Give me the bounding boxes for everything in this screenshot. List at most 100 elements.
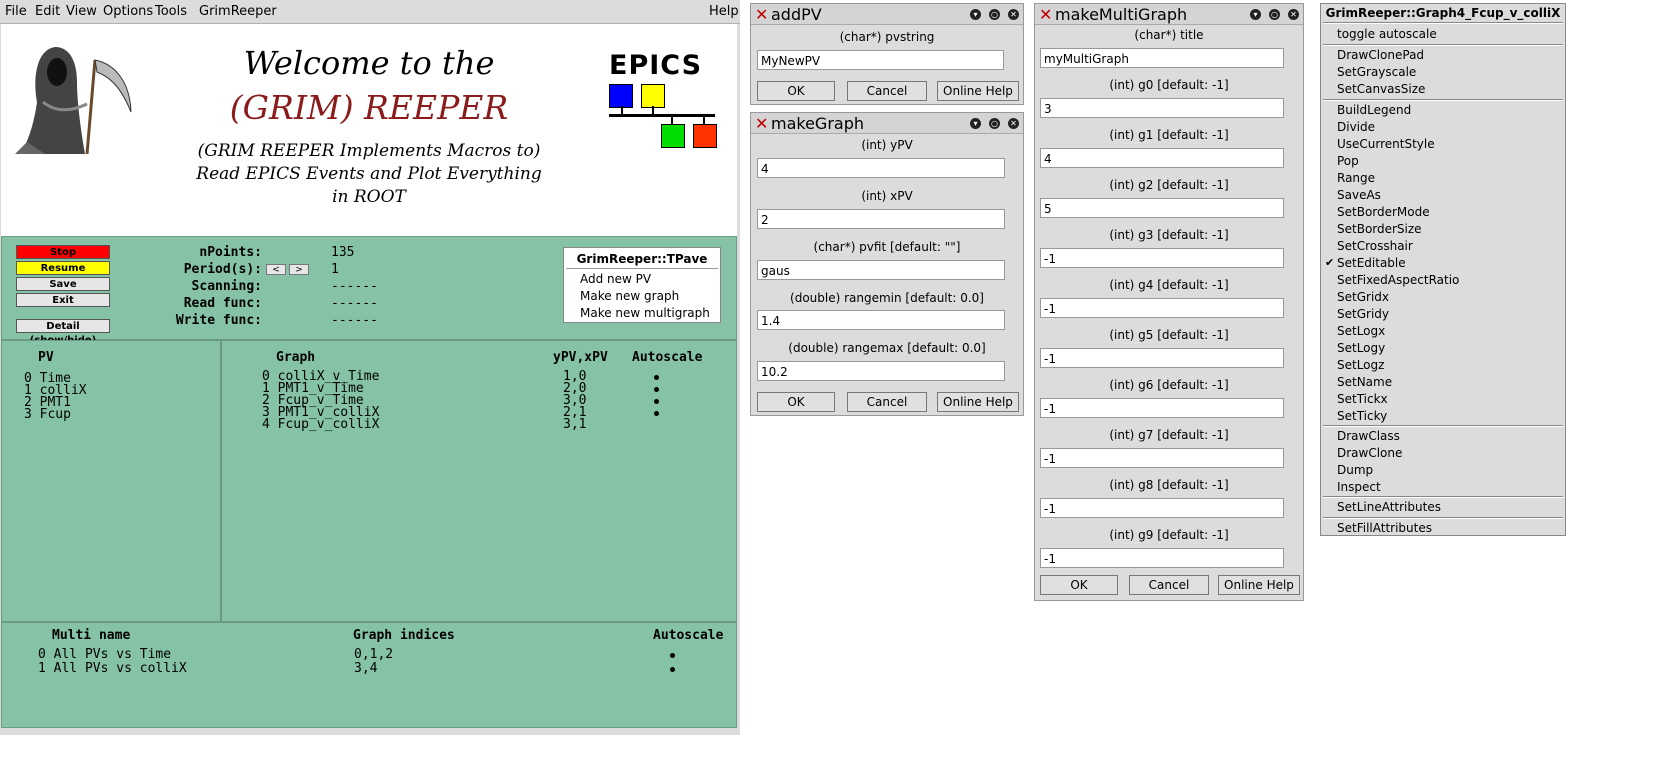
menu-item-setlineattributes[interactable]: SetLineAttributes <box>1337 500 1441 514</box>
menu-item-setlogy[interactable]: SetLogy <box>1337 341 1385 355</box>
close-x-icon[interactable]: ✕ <box>1039 5 1052 24</box>
rangemin-input[interactable]: 1.4 <box>757 310 1005 330</box>
menu-item-range[interactable]: Range <box>1337 171 1375 185</box>
close-icon[interactable]: ✕ <box>1288 9 1299 20</box>
menu-item-setgridy[interactable]: SetGridy <box>1337 307 1389 321</box>
g1-input[interactable]: 4 <box>1040 148 1284 168</box>
menu-item-inspect[interactable]: Inspect <box>1337 480 1381 494</box>
menu-options[interactable]: Options <box>103 4 153 19</box>
menu-file[interactable]: File <box>5 4 27 19</box>
scanning-label: Scanning: <box>191 279 262 294</box>
save-button[interactable]: Save <box>16 277 110 291</box>
menu-item-setcanvassize[interactable]: SetCanvasSize <box>1337 82 1425 96</box>
xpv-input[interactable]: 2 <box>757 209 1005 229</box>
online-help-button[interactable]: Online Help <box>937 81 1019 101</box>
cancel-button[interactable]: Cancel <box>847 81 927 101</box>
stop-button[interactable]: Stop <box>16 245 110 259</box>
maximize-icon[interactable]: ○ <box>1269 9 1280 20</box>
ypv-input[interactable]: 4 <box>757 158 1005 178</box>
autoscale-on-indicator[interactable] <box>670 667 675 672</box>
g5-input[interactable]: -1 <box>1040 348 1284 368</box>
graph-row-name[interactable]: 4 Fcup_v_colliX <box>262 418 379 431</box>
menu-item-make-new-graph[interactable]: Make new graph <box>580 289 679 303</box>
menu-item-dump[interactable]: Dump <box>1337 463 1373 477</box>
detail-toggle-button[interactable]: Detail (show/hide) <box>16 319 110 346</box>
menu-item-setlogz[interactable]: SetLogz <box>1337 358 1384 372</box>
menu-view[interactable]: View <box>66 4 97 19</box>
g7-input[interactable]: -1 <box>1040 448 1284 468</box>
multi-row-name[interactable]: 0 All PVs vs Time <box>38 648 171 661</box>
ok-button[interactable]: OK <box>757 81 835 101</box>
multi-row-indices: 0,1,2 <box>354 647 394 662</box>
menu-tools[interactable]: Tools <box>155 4 187 19</box>
ok-button[interactable]: OK <box>757 392 835 412</box>
cancel-button[interactable]: Cancel <box>847 392 927 412</box>
menu-item-saveas[interactable]: SaveAs <box>1337 188 1381 202</box>
autoscale-on-indicator[interactable] <box>670 653 675 658</box>
period-increase-button[interactable]: > <box>289 264 309 275</box>
menu-grimreeper[interactable]: GrimReeper <box>199 4 277 19</box>
menu-item-setticky[interactable]: SetTicky <box>1337 409 1387 423</box>
menu-item-divide[interactable]: Divide <box>1337 120 1375 134</box>
menu-item-setbordersize[interactable]: SetBorderSize <box>1337 222 1422 236</box>
resume-button[interactable]: Resume <box>16 261 110 275</box>
title-input[interactable]: myMultiGraph <box>1040 48 1284 68</box>
close-x-icon[interactable]: ✕ <box>755 5 768 24</box>
menu-item-pop[interactable]: Pop <box>1337 154 1359 168</box>
menu-item-toggle-autoscale[interactable]: toggle autoscale <box>1337 27 1437 41</box>
period-decrease-button[interactable]: < <box>266 264 286 275</box>
menu-item-add-new-pv[interactable]: Add new PV <box>580 272 651 286</box>
rangemax-input[interactable]: 10.2 <box>757 361 1005 381</box>
menu-item-settickx[interactable]: SetTickx <box>1337 392 1388 406</box>
maximize-icon[interactable]: ○ <box>989 118 1000 129</box>
close-x-icon[interactable]: ✕ <box>755 114 768 133</box>
pv-row[interactable]: 3 Fcup <box>24 408 71 421</box>
minimize-icon[interactable]: ▾ <box>970 9 981 20</box>
menu-item-usecurrentstyle[interactable]: UseCurrentStyle <box>1337 137 1435 151</box>
minimize-icon[interactable]: ▾ <box>1250 9 1261 20</box>
close-icon[interactable]: ✕ <box>1008 9 1019 20</box>
close-icon[interactable]: ✕ <box>1008 118 1019 129</box>
autoscale-on-indicator[interactable] <box>654 411 659 416</box>
epics-logo-bus <box>609 114 715 117</box>
menu-item-setfixedaspectratio[interactable]: SetFixedAspectRatio <box>1337 273 1459 287</box>
menu-item-setbordermode[interactable]: SetBorderMode <box>1337 205 1430 219</box>
main-window: File Edit View Options Tools GrimReeper … <box>0 0 740 735</box>
ok-button[interactable]: OK <box>1040 575 1118 595</box>
autoscale-on-indicator[interactable] <box>654 399 659 404</box>
menu-item-drawclonepad[interactable]: DrawClonePad <box>1337 48 1424 62</box>
pvfit-input[interactable]: gaus <box>757 260 1005 280</box>
period-value: 1 <box>331 262 339 277</box>
cancel-button[interactable]: Cancel <box>1129 575 1209 595</box>
menu-item-setcrosshair[interactable]: SetCrosshair <box>1337 239 1413 253</box>
menu-item-drawclass[interactable]: DrawClass <box>1337 429 1400 443</box>
menu-item-setlogx[interactable]: SetLogx <box>1337 324 1385 338</box>
g2-input[interactable]: 5 <box>1040 198 1284 218</box>
exit-button[interactable]: Exit <box>16 293 110 307</box>
menu-item-setname[interactable]: SetName <box>1337 375 1392 389</box>
maximize-icon[interactable]: ○ <box>989 9 1000 20</box>
menu-item-setgridx[interactable]: SetGridx <box>1337 290 1389 304</box>
menu-help[interactable]: Help <box>709 4 739 19</box>
online-help-button[interactable]: Online Help <box>937 392 1019 412</box>
g9-input[interactable]: -1 <box>1040 548 1284 568</box>
g3-input[interactable]: -1 <box>1040 248 1284 268</box>
minimize-icon[interactable]: ▾ <box>970 118 981 129</box>
menu-item-setfillattributes[interactable]: SetFillAttributes <box>1337 521 1432 535</box>
autoscale-on-indicator[interactable] <box>654 375 659 380</box>
pvstring-input[interactable]: MyNewPV <box>757 50 1004 70</box>
param-label: (int) g7 [default: -1] <box>1109 428 1229 442</box>
menu-item-setgrayscale[interactable]: SetGrayscale <box>1337 65 1416 79</box>
autoscale-on-indicator[interactable] <box>654 387 659 392</box>
menu-item-buildlegend[interactable]: BuildLegend <box>1337 103 1411 117</box>
menu-item-seteditable[interactable]: SetEditable <box>1337 256 1406 270</box>
g8-input[interactable]: -1 <box>1040 498 1284 518</box>
menu-item-make-new-multigraph[interactable]: Make new multigraph <box>580 306 710 320</box>
g4-input[interactable]: -1 <box>1040 298 1284 318</box>
menu-edit[interactable]: Edit <box>35 4 60 19</box>
online-help-button[interactable]: Online Help <box>1218 575 1300 595</box>
g0-input[interactable]: 3 <box>1040 98 1284 118</box>
multi-row-name[interactable]: 1 All PVs vs colliX <box>38 662 187 675</box>
g6-input[interactable]: -1 <box>1040 398 1284 418</box>
menu-item-drawclone[interactable]: DrawClone <box>1337 446 1402 460</box>
